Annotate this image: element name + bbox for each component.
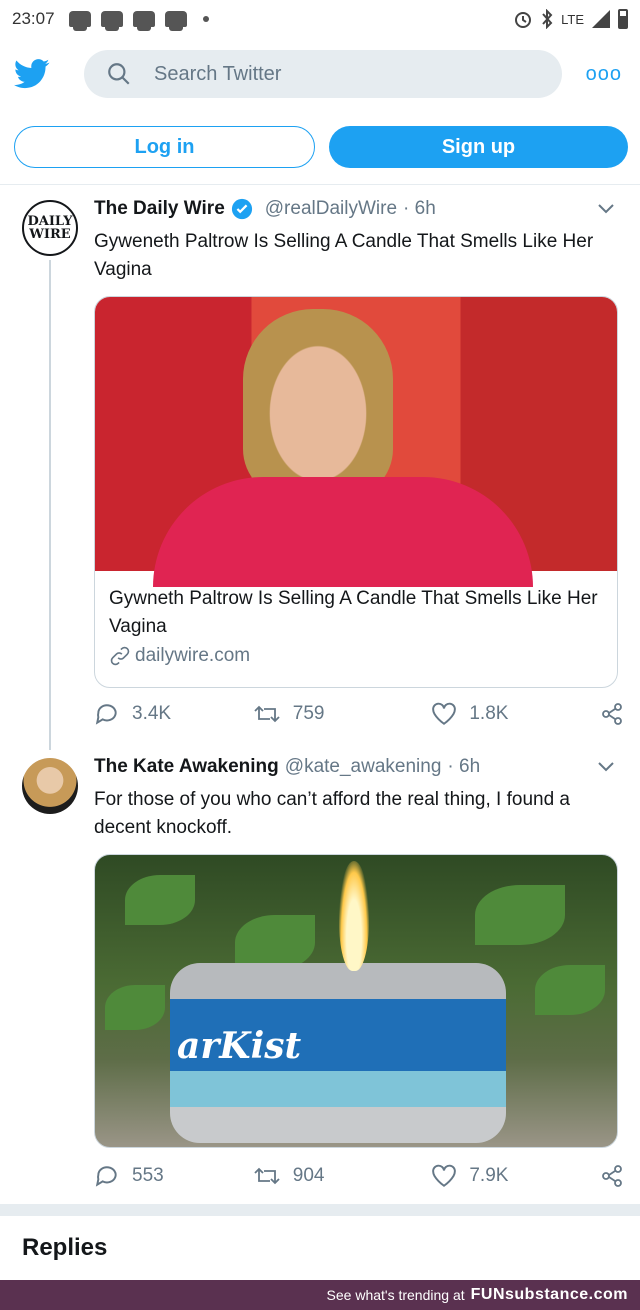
more-options-icon[interactable]: ooo [586, 63, 622, 86]
heart-icon [432, 702, 457, 725]
share-icon [602, 703, 622, 725]
tweet-header: The Daily Wire @realDailyWire · 6h [94, 198, 436, 220]
tweet-header: The Kate Awakening @kate_awakening · 6h [94, 756, 480, 778]
retweet-button[interactable]: 759 [253, 703, 432, 725]
discord-icon [100, 11, 123, 31]
like-button[interactable]: 1.8K [431, 702, 600, 726]
twitter-bird-icon[interactable] [12, 54, 52, 94]
signup-button[interactable]: Sign up [329, 126, 628, 168]
leaf [475, 885, 565, 945]
more-notifications-dot-icon [202, 16, 209, 22]
card-domain-text: dailywire.com [135, 645, 251, 666]
share-button[interactable] [600, 702, 624, 726]
chevron-down-icon[interactable] [596, 760, 616, 774]
tweet[interactable]: DAILY WIRE The Daily Wire @realDailyWire… [0, 198, 640, 738]
watermark-footer: See what's trending at FUNsubstance.com [0, 1280, 640, 1310]
card-body: Gywneth Paltrow Is Selling A Candle That… [95, 571, 617, 681]
share-button[interactable] [600, 1164, 624, 1188]
discord-icon [68, 11, 91, 31]
reply-button[interactable]: 3.4K [94, 702, 243, 726]
tweet-time: · 6h [403, 198, 436, 219]
battery-icon [618, 9, 628, 29]
top-header: Search Twitter ooo [0, 46, 640, 102]
network-type: LTE [561, 11, 584, 27]
leaf [535, 965, 605, 1015]
card-domain: dailywire.com [109, 645, 603, 667]
tweet-time: · 6h [447, 756, 481, 777]
share-icon [602, 1165, 622, 1187]
author-handle[interactable]: @realDailyWire [265, 198, 397, 220]
like-count: 7.9K [469, 1165, 509, 1186]
status-bar: 23:07 LTE [0, 0, 640, 38]
search-icon [108, 63, 130, 85]
retweet-count: 759 [292, 703, 325, 724]
alarm-icon [515, 12, 532, 28]
portrait-body [153, 477, 533, 587]
login-button[interactable]: Log in [14, 126, 315, 168]
tweet-actions: 3.4K 759 1.8K [94, 702, 624, 726]
author-name[interactable]: The Daily Wire [94, 198, 225, 220]
leaf [105, 985, 165, 1030]
reply-count: 553 [132, 1165, 164, 1186]
card-title: Gywneth Paltrow Is Selling A Candle That… [109, 588, 598, 637]
retweet-icon [254, 705, 280, 723]
avatar[interactable]: DAILY WIRE [22, 200, 78, 256]
auth-buttons: Log in Sign up [14, 126, 628, 168]
heart-icon [432, 1164, 457, 1187]
reply-icon [95, 704, 117, 725]
search-placeholder: Search Twitter [154, 62, 282, 85]
discord-icon [164, 11, 187, 31]
link-icon [110, 646, 130, 666]
status-indicators: LTE [513, 9, 628, 29]
leaf [125, 875, 195, 925]
can-label: arKist [177, 1025, 302, 1067]
like-button[interactable]: 7.9K [431, 1164, 600, 1188]
retweet-count: 904 [292, 1165, 325, 1186]
avatar[interactable] [22, 758, 78, 814]
card-image [95, 297, 617, 587]
replies-heading: Replies [22, 1234, 108, 1261]
like-count: 1.8K [469, 703, 509, 724]
bluetooth-icon [542, 9, 553, 29]
status-time: 23:07 [12, 9, 55, 28]
footer-brand: FUNsubstance.com [470, 1286, 628, 1303]
search-input[interactable]: Search Twitter [84, 50, 562, 98]
retweet-icon [254, 1167, 280, 1185]
tweet-text: Gyweneth Paltrow Is Selling A Candle Tha… [94, 231, 594, 280]
avatar-text: WIRE [29, 227, 71, 242]
notification-icons [68, 11, 209, 31]
chevron-down-icon[interactable] [596, 202, 616, 216]
reply-count: 3.4K [132, 703, 172, 724]
author-name[interactable]: The Kate Awakening [94, 756, 279, 778]
portrait-head [243, 309, 393, 499]
reply-button[interactable]: 553 [94, 1164, 243, 1188]
discord-icon [132, 11, 155, 31]
tweet[interactable]: The Kate Awakening @kate_awakening · 6h … [0, 756, 640, 1196]
divider [0, 184, 640, 185]
tweet-actions: 553 904 7.9K [94, 1164, 624, 1188]
footer-text: See what's trending at [326, 1287, 465, 1303]
retweet-button[interactable]: 904 [253, 1165, 432, 1187]
tweet-text: For those of you who can’t afford the re… [94, 789, 571, 838]
author-handle[interactable]: @kate_awakening [285, 756, 442, 778]
leaf [235, 915, 315, 970]
verified-badge-icon [231, 198, 252, 220]
section-divider [0, 1204, 640, 1216]
candle-flame [339, 861, 369, 971]
tweet-image[interactable]: arKist [94, 854, 618, 1148]
signal-icon [592, 10, 610, 28]
reply-icon [95, 1166, 117, 1187]
link-card[interactable]: Gywneth Paltrow Is Selling A Candle That… [94, 296, 618, 688]
